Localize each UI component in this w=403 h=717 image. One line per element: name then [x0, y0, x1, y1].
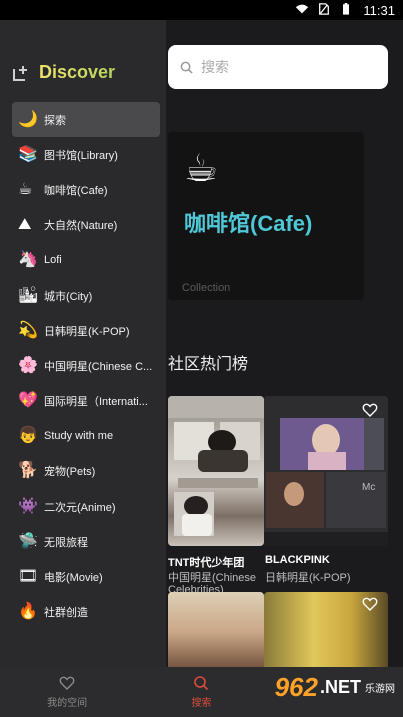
section-title: 社区热门榜 [168, 356, 249, 373]
main-content: ☕ 咖啡馆(Cafe) Collection 社区热门榜 [166, 20, 403, 667]
sidebar-item-label: 社群创造 [44, 607, 88, 620]
coffee-icon: ☕ [18, 180, 33, 198]
boy-icon: 👦 [18, 427, 38, 445]
city-icon: 🏙 [18, 286, 39, 304]
card-thumbnail: Mc [264, 396, 388, 546]
sidebar-item-lofi[interactable]: 🦄 Lofi [12, 243, 160, 278]
watermark-number: 962 [274, 672, 318, 702]
sidebar-item-movie[interactable]: 🎞 电影(Movie) [12, 559, 160, 594]
card-thumbnail [168, 396, 264, 546]
watermark-site: 乐游网 [365, 684, 395, 695]
sidebar-item-label: 电影(Movie) [44, 572, 103, 585]
brand-title: Discover [39, 62, 116, 82]
sidebar: Discover 🌙 探索 📚 图书馆(Library) ☕ 咖啡馆(Cafe)… [0, 20, 166, 667]
fire-icon: 🔥 [18, 603, 38, 621]
sidebar-item-cafe[interactable]: ☕ 咖啡馆(Cafe) [12, 172, 160, 207]
community-card[interactable] [264, 592, 388, 667]
heart-sparkle-icon: 💖 [18, 392, 38, 410]
sidebar-item-city[interactable]: 🏙 城市(City) [12, 278, 160, 313]
dog-icon: 🐕 [18, 462, 38, 480]
sidebar-item-chinese-celebrities[interactable]: 🌸 中国明星(Chinese C... [12, 348, 160, 383]
sidebar-item-label: 日韩明星(K-POP) [44, 325, 130, 338]
status-bar: 11:31 [0, 0, 403, 20]
sidebar-item-journey[interactable]: 🛸 无限旅程 [12, 524, 160, 559]
heart-icon[interactable] [362, 402, 378, 418]
clock: 11:31 [363, 3, 395, 18]
search-icon [180, 61, 193, 74]
sidebar-item-label: Lofi [44, 254, 62, 267]
sidebar-item-label: 宠物(Pets) [44, 466, 96, 479]
sidebar-item-label: 大自然(Nature) [44, 220, 118, 233]
tab-my-space[interactable]: 我的空间 [0, 667, 134, 717]
unicorn-icon: 🦄 [18, 251, 38, 269]
sidebar-item-anime[interactable]: 👾 二次元(Anime) [12, 489, 160, 524]
sidebar-nav: 🌙 探索 📚 图书馆(Library) ☕ 咖啡馆(Cafe) ⛰ 大自然(Na… [12, 102, 160, 630]
search-bar[interactable] [168, 45, 388, 89]
tab-label: 搜索 [191, 698, 212, 709]
sidebar-item-pets[interactable]: 🐕 宠物(Pets) [12, 454, 160, 489]
sparkle-icon: 💫 [18, 321, 38, 339]
feature-subtitle: Collection [182, 282, 231, 294]
add-collection-icon[interactable] [12, 64, 30, 82]
monster-icon: 👾 [18, 497, 38, 515]
search-icon [194, 676, 209, 691]
heart-icon[interactable] [362, 596, 378, 612]
sidebar-item-community[interactable]: 🔥 社群创造 [12, 595, 160, 630]
tab-search[interactable]: 搜索 [134, 667, 268, 717]
sidebar-item-study[interactable]: 👦 Study with me [12, 419, 160, 454]
card-title: TNT时代少年团 [168, 557, 245, 569]
brand: Discover [12, 62, 115, 83]
sidebar-item-label: 国际明星（Internati... [44, 396, 148, 409]
tab-label: 我的空间 [47, 698, 88, 709]
sidebar-item-explore[interactable]: 🌙 探索 [12, 102, 160, 138]
heart-outline-icon [59, 676, 75, 690]
sidebar-item-label: 探索 [44, 114, 66, 127]
card-thumbnail [168, 592, 264, 667]
sidebar-item-international[interactable]: 💖 国际明星（Internati... [12, 384, 160, 419]
film-icon: 🎞 [18, 568, 39, 586]
study-scene-image [168, 396, 264, 536]
status-icons [295, 3, 353, 15]
feature-title: 咖啡馆(Cafe) [184, 211, 313, 236]
coffee-icon: ☕ [184, 148, 219, 190]
kpop-scene-image [264, 396, 388, 546]
sidebar-item-library[interactable]: 📚 图书馆(Library) [12, 137, 160, 172]
sidebar-item-label: 无限旅程 [44, 536, 88, 549]
sidebar-item-label: 二次元(Anime) [44, 501, 116, 514]
sidebar-item-nature[interactable]: ⛰ 大自然(Nature) [12, 208, 160, 243]
flower-icon: 🌸 [18, 356, 38, 374]
card-title: BLACKPINK [265, 554, 330, 566]
watermark-suffix: .NET [319, 677, 361, 697]
sidebar-item-label: 图书馆(Library) [44, 149, 118, 162]
moon-icon: 🌙 [18, 110, 38, 128]
no-sim-icon [319, 3, 329, 15]
card-subtitle: 中国明星(Chinese [168, 572, 257, 584]
sidebar-item-kpop[interactable]: 💫 日韩明星(K-POP) [12, 313, 160, 348]
sidebar-item-label: Study with me [44, 430, 114, 443]
community-card-blackpink[interactable]: Mc [264, 396, 388, 596]
sidebar-item-label: 中国明星(Chinese C... [44, 360, 153, 373]
mountain-icon: ⛰ [18, 216, 32, 234]
card-overlay-text: Mc [362, 482, 376, 493]
wifi-icon [295, 4, 309, 14]
ufo-icon: 🛸 [18, 532, 38, 550]
watermark-logo: 962 .NET 乐游网 [275, 672, 395, 703]
sidebar-item-label: 城市(City) [44, 290, 93, 303]
community-card[interactable] [168, 592, 264, 667]
feature-card-cafe[interactable]: ☕ 咖啡馆(Cafe) Collection [168, 132, 364, 300]
books-icon: 📚 [18, 145, 38, 163]
search-input[interactable] [199, 58, 383, 76]
sidebar-item-label: 咖啡馆(Cafe) [44, 184, 108, 197]
card-subtitle: 日韩明星(K-POP) [265, 572, 351, 584]
battery-icon [343, 3, 349, 15]
